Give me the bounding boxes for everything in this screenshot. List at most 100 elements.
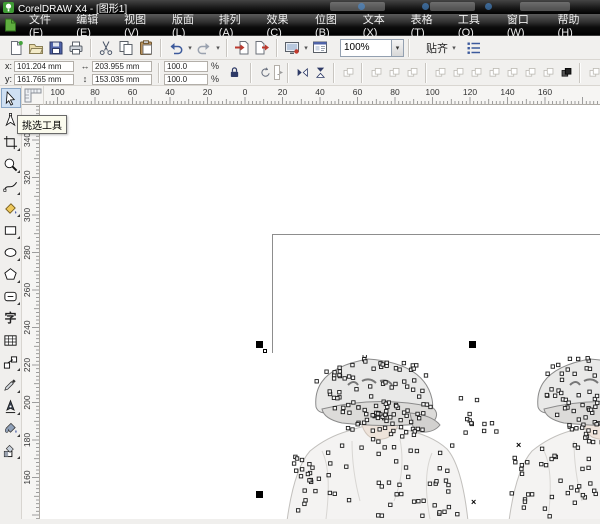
order-button: [540, 65, 556, 81]
flyout-arrow[interactable]: [17, 258, 20, 261]
ruler-origin-icon: [22, 86, 44, 105]
app-launcher-dropdown-arrow[interactable]: ▾: [302, 44, 310, 52]
redo-dropdown-arrow[interactable]: ▾: [214, 44, 222, 52]
ungroup-icon: [470, 66, 483, 79]
flyout-arrow[interactable]: [17, 368, 20, 371]
object-width-input[interactable]: 203.955 mm: [92, 61, 152, 72]
title-bar: CorelDRAW X4 - [图形1]: [0, 0, 600, 14]
propbar-separator: [425, 63, 427, 83]
group-button: [450, 65, 466, 81]
ungroup-all-button: [486, 65, 502, 81]
table-tool[interactable]: [1, 330, 21, 350]
flyout-arrow[interactable]: [17, 412, 20, 415]
ruler-origin-corner[interactable]: [22, 86, 44, 105]
window-title: CorelDRAW X4 - [图形1]: [18, 0, 127, 15]
vertical-ruler[interactable]: 340320300280260240220200180160: [22, 105, 40, 519]
background-window-icon: [358, 3, 365, 10]
pick-tool[interactable]: [1, 88, 21, 108]
flyout-arrow[interactable]: [17, 192, 20, 195]
blend-tool[interactable]: [1, 352, 21, 372]
ungroup-all-icon: [488, 66, 501, 79]
object-x-input[interactable]: 101.204 mm: [14, 61, 74, 72]
figure-right[interactable]: [459, 357, 600, 519]
tool-tooltip: 挑选工具: [17, 115, 67, 134]
svg-text:200: 200: [22, 395, 32, 409]
intersect-button: [404, 65, 420, 81]
selection-handle[interactable]: [256, 341, 263, 348]
zoom-dropdown-arrow[interactable]: ▾: [391, 40, 403, 56]
svg-text:40: 40: [165, 87, 175, 97]
svg-text:260: 260: [22, 283, 32, 297]
flyout-arrow[interactable]: [17, 390, 20, 393]
group-icon: [452, 66, 465, 79]
flyout-arrow[interactable]: [17, 214, 20, 217]
curve-node[interactable]: [263, 349, 267, 353]
outline-width-button: [586, 65, 600, 81]
interactive-fill-tool[interactable]: [1, 440, 21, 460]
trim-icon: [388, 66, 401, 79]
snap-dropdown-arrow[interactable]: ▾: [450, 44, 458, 52]
lock-ratio-button[interactable]: [226, 65, 242, 81]
object-height-input[interactable]: 153.035 mm: [92, 74, 152, 85]
svg-text:240: 240: [22, 320, 32, 334]
snap-to-button[interactable]: 贴齐 ▾: [426, 40, 458, 56]
mirror-horizontal-button[interactable]: [294, 65, 310, 81]
mirror-vertical-icon: [314, 66, 327, 79]
outline-tool[interactable]: [1, 396, 21, 416]
figure-left[interactable]: [287, 355, 468, 519]
basic-shapes-tool[interactable]: [1, 286, 21, 306]
document-icon: [4, 18, 17, 32]
text-tool[interactable]: 字: [1, 308, 21, 328]
ellipse-tool[interactable]: [1, 242, 21, 262]
lock-icon: [228, 66, 241, 79]
align-button: [504, 65, 520, 81]
drawing-canvas[interactable]: × ×: [40, 105, 600, 519]
combine-button: [432, 65, 448, 81]
zoom-level-value: 100%: [341, 42, 391, 53]
flyout-arrow[interactable]: [17, 236, 20, 239]
svg-text:220: 220: [22, 358, 32, 372]
smart-fill-tool[interactable]: [1, 198, 21, 218]
svg-text:340: 340: [22, 133, 32, 147]
flyout-arrow[interactable]: [17, 170, 20, 173]
selection-handle[interactable]: [469, 341, 476, 348]
object-y-input[interactable]: 161.765 mm: [14, 74, 74, 85]
freehand-tool[interactable]: [1, 176, 21, 196]
eyedropper-tool[interactable]: [1, 374, 21, 394]
convert-to-curves-button[interactable]: [558, 65, 574, 81]
flyout-arrow[interactable]: [17, 302, 20, 305]
propbar-separator: [158, 63, 160, 83]
ungroup-button: [468, 65, 484, 81]
flyout-arrow[interactable]: [17, 456, 20, 459]
scale-x-input[interactable]: 100.0: [164, 61, 208, 72]
background-window-icon: [485, 3, 492, 10]
flyout-arrow[interactable]: [17, 434, 20, 437]
pick-icon: [3, 91, 18, 106]
copy-icon: [118, 40, 134, 56]
horizontal-ruler[interactable]: 10080604020020406080100120140160: [44, 86, 600, 105]
undo-icon: [168, 40, 184, 56]
polygon-tool[interactable]: [1, 264, 21, 284]
svg-text:320: 320: [22, 170, 32, 184]
selection-handle[interactable]: [256, 491, 263, 498]
traced-bitmap-artwork[interactable]: [280, 355, 600, 519]
undo-dropdown-arrow[interactable]: ▾: [186, 44, 194, 52]
convert-to-curves-icon: [560, 66, 573, 79]
svg-text:80: 80: [390, 87, 400, 97]
menu-bar: 文件(F)编辑(E)视图(V)版面(L)排列(A)效果(C)位图(B)文本(X)…: [0, 14, 600, 36]
mirror-vertical-button[interactable]: [312, 65, 328, 81]
background-window-icon: [422, 3, 429, 10]
fill-tool[interactable]: [1, 418, 21, 438]
rotation-spinner[interactable]: ▸: [280, 69, 283, 76]
crop-tool[interactable]: [1, 132, 21, 152]
flyout-arrow[interactable]: [17, 148, 20, 151]
rectangle-tool[interactable]: [1, 220, 21, 240]
svg-text:300: 300: [22, 208, 32, 222]
options-icon: [466, 40, 482, 56]
svg-text:20: 20: [203, 87, 213, 97]
object-height-icon: ↕: [80, 74, 90, 84]
zoom-tool[interactable]: [1, 154, 21, 174]
svg-text:120: 120: [463, 87, 477, 97]
scale-y-input[interactable]: 100.0: [164, 74, 208, 85]
flyout-arrow[interactable]: [17, 280, 20, 283]
